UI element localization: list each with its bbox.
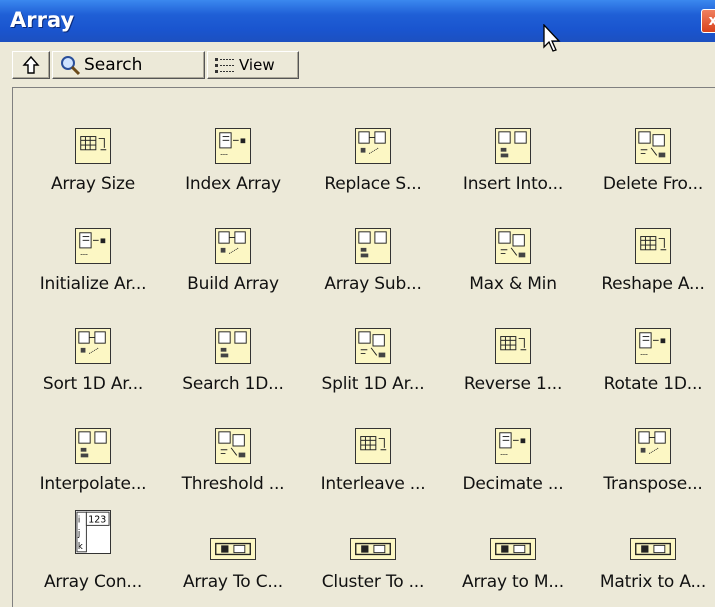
palette-item-label: Search 1D... bbox=[182, 374, 284, 394]
svg-text:i: i bbox=[78, 516, 80, 526]
insert-into-array-icon bbox=[495, 128, 531, 164]
palette-item-label: Interpolate... bbox=[39, 474, 147, 494]
rotate-1d-array-icon bbox=[635, 328, 671, 364]
palette-item[interactable]: Threshold ... bbox=[163, 410, 303, 510]
max-min-icon bbox=[495, 228, 531, 264]
array-size-icon bbox=[75, 128, 111, 164]
palette-item-label: Array Size bbox=[50, 174, 136, 194]
palette-item[interactable]: Initialize Ar... bbox=[23, 210, 163, 310]
palette-item[interactable]: Interleave ... bbox=[303, 410, 443, 510]
palette-item[interactable]: Reverse 1... bbox=[443, 310, 583, 410]
palette-item-label: Initialize Ar... bbox=[39, 274, 147, 294]
build-array-icon bbox=[215, 228, 251, 264]
palette-item[interactable]: Build Array bbox=[163, 210, 303, 310]
palette-item[interactable]: Index Array bbox=[163, 110, 303, 210]
palette-item-label: Array Con... bbox=[43, 572, 143, 592]
palette-item-label: Interleave ... bbox=[320, 474, 426, 494]
palette-item[interactable]: Insert Into... bbox=[443, 110, 583, 210]
palette-item[interactable]: Array To C... bbox=[163, 508, 303, 607]
palette-item-label: Decimate ... bbox=[462, 474, 564, 494]
up-button[interactable] bbox=[12, 51, 50, 79]
palette-item-label: Index Array bbox=[185, 174, 281, 194]
array-subset-icon bbox=[355, 228, 391, 264]
palette-item-label: Array to M... bbox=[462, 572, 564, 592]
palette-item-label: Array To C... bbox=[183, 572, 283, 592]
array-constant-value: 123 bbox=[88, 515, 106, 526]
palette-item[interactable]: Array to M... bbox=[443, 508, 583, 607]
search-button[interactable]: Search bbox=[52, 51, 205, 79]
palette-item[interactable]: Reshape A... bbox=[583, 210, 715, 310]
sort-1d-array-icon bbox=[75, 328, 111, 364]
palette-item[interactable]: Delete Fro... bbox=[583, 110, 715, 210]
palette-item[interactable]: Rotate 1D... bbox=[583, 310, 715, 410]
palette-item[interactable]: Split 1D Ar... bbox=[303, 310, 443, 410]
magnifier-icon bbox=[61, 56, 81, 76]
palette-item[interactable]: Interpolate... bbox=[23, 410, 163, 510]
palette-item-label: Reverse 1... bbox=[463, 374, 563, 394]
initialize-array-icon bbox=[75, 228, 111, 264]
window-title: Array bbox=[10, 8, 75, 32]
replace-subset-icon bbox=[355, 128, 391, 164]
array-constant-icon: i j k 123 bbox=[75, 510, 111, 554]
palette-item-label: Cluster To ... bbox=[321, 572, 425, 592]
svg-text:j: j bbox=[77, 529, 80, 539]
palette-item[interactable]: Sort 1D Ar... bbox=[23, 310, 163, 410]
reverse-1d-array-icon bbox=[495, 328, 531, 364]
search-1d-array-icon bbox=[215, 328, 251, 364]
up-arrow-icon bbox=[22, 55, 40, 74]
interleave-arrays-icon bbox=[355, 428, 391, 464]
array-palette-window: Array x Search View Array Size Index Arr… bbox=[0, 0, 715, 607]
palette-item[interactable]: Cluster To ... bbox=[303, 508, 443, 607]
transpose-array-icon bbox=[635, 428, 671, 464]
palette-item-label: Sort 1D Ar... bbox=[42, 374, 144, 394]
cluster-to-array-icon bbox=[350, 538, 396, 560]
palette-item-label: Reshape A... bbox=[601, 274, 705, 294]
svg-text:k: k bbox=[78, 542, 83, 552]
palette-item-label: Split 1D Ar... bbox=[321, 374, 425, 394]
palette-item-label: Transpose... bbox=[603, 474, 703, 494]
palette-item-label: Max & Min bbox=[469, 274, 557, 294]
palette-item[interactable]: Array Size bbox=[23, 110, 163, 210]
search-label: Search bbox=[84, 55, 143, 75]
close-button[interactable]: x bbox=[701, 9, 715, 33]
palette-item-label: Delete Fro... bbox=[602, 174, 704, 194]
close-icon: x bbox=[708, 13, 715, 29]
array-to-cluster-icon bbox=[210, 538, 256, 560]
palette-item[interactable]: Decimate ... bbox=[443, 410, 583, 510]
palette-item-label: Threshold ... bbox=[181, 474, 285, 494]
palette-item-label: Insert Into... bbox=[462, 174, 564, 194]
palette-item-label: Array Sub... bbox=[324, 274, 422, 294]
view-label: View bbox=[239, 56, 275, 74]
title-bar[interactable]: Array x bbox=[0, 0, 715, 42]
palette-item[interactable]: Matrix to A... bbox=[583, 508, 715, 607]
palette-item[interactable]: i j k 123 Array Con... bbox=[23, 508, 163, 607]
palette-item-label: Replace S... bbox=[324, 174, 422, 194]
threshold-array-icon bbox=[215, 428, 251, 464]
interpolate-array-icon bbox=[75, 428, 111, 464]
view-button[interactable]: View bbox=[207, 51, 299, 79]
array-to-matrix-icon bbox=[490, 538, 536, 560]
palette-item[interactable]: Array Sub... bbox=[303, 210, 443, 310]
view-list-icon bbox=[215, 58, 234, 73]
palette-toolbar: Search View bbox=[12, 51, 299, 81]
palette-item-label: Build Array bbox=[187, 274, 279, 294]
palette-item[interactable]: Search 1D... bbox=[163, 310, 303, 410]
palette-item[interactable]: Replace S... bbox=[303, 110, 443, 210]
function-palette: Array Size Index Array Replace S... Insert … bbox=[12, 87, 715, 607]
matrix-to-array-icon bbox=[630, 538, 676, 560]
palette-item-label: Rotate 1D... bbox=[603, 374, 703, 394]
split-1d-array-icon bbox=[355, 328, 391, 364]
reshape-array-icon bbox=[635, 228, 671, 264]
index-array-icon bbox=[215, 128, 251, 164]
palette-item-label: Matrix to A... bbox=[599, 572, 707, 592]
palette-item[interactable]: Transpose... bbox=[583, 410, 715, 510]
palette-item[interactable]: Max & Min bbox=[443, 210, 583, 310]
decimate-array-icon bbox=[495, 428, 531, 464]
mouse-pointer-icon bbox=[543, 24, 561, 52]
delete-from-array-icon bbox=[635, 128, 671, 164]
